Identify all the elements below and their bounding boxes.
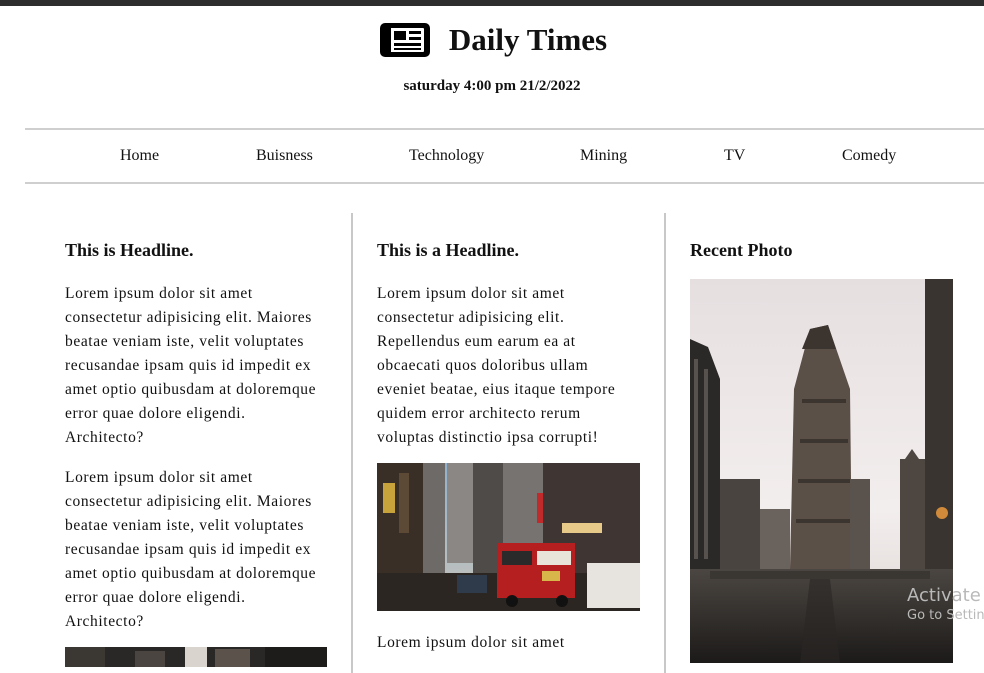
article-left: This is Headline. Lorem ipsum dolor sit … <box>65 214 327 634</box>
brand[interactable]: Daily Times <box>377 20 607 60</box>
article-paragraph: Lorem ipsum dolor sit amet consectetur a… <box>377 285 616 446</box>
article-headline[interactable]: This is Headline. <box>65 240 327 261</box>
article-image <box>65 647 327 667</box>
nav-item-home[interactable]: Home <box>120 147 159 165</box>
site-title: Daily Times <box>448 22 608 57</box>
recent-photo-section: Recent Photo <box>690 214 953 261</box>
nav-item-technology[interactable]: Technology <box>409 147 484 165</box>
article-headline[interactable]: This is a Headline. <box>377 240 640 261</box>
article-image <box>377 463 640 611</box>
column-divider <box>351 213 353 673</box>
article-paragraph: Lorem ipsum dolor sit amet consectetur a… <box>65 285 317 446</box>
nav-item-mining[interactable]: Mining <box>580 147 627 165</box>
nav-item-tv[interactable]: TV <box>724 147 745 165</box>
section-heading: Recent Photo <box>690 240 793 260</box>
article-middle: This is a Headline. Lorem ipsum dolor si… <box>377 214 640 450</box>
dateline: saturday 4:00 pm 21/2/2022 <box>403 78 581 94</box>
recent-photo[interactable] <box>690 279 953 663</box>
newspaper-icon <box>377 20 433 60</box>
main-nav: Home Buisness Technology Mining TV Comed… <box>25 128 984 184</box>
column-divider <box>664 213 666 673</box>
article-paragraph: Lorem ipsum dolor sit amet consectetur a… <box>65 469 317 630</box>
nav-item-buisness[interactable]: Buisness <box>256 147 313 165</box>
brand-row: Daily Times <box>0 20 984 64</box>
nav-item-comedy[interactable]: Comedy <box>842 147 896 165</box>
browser-top-bar <box>0 0 984 6</box>
article-paragraph: Lorem ipsum dolor sit amet <box>377 634 565 651</box>
